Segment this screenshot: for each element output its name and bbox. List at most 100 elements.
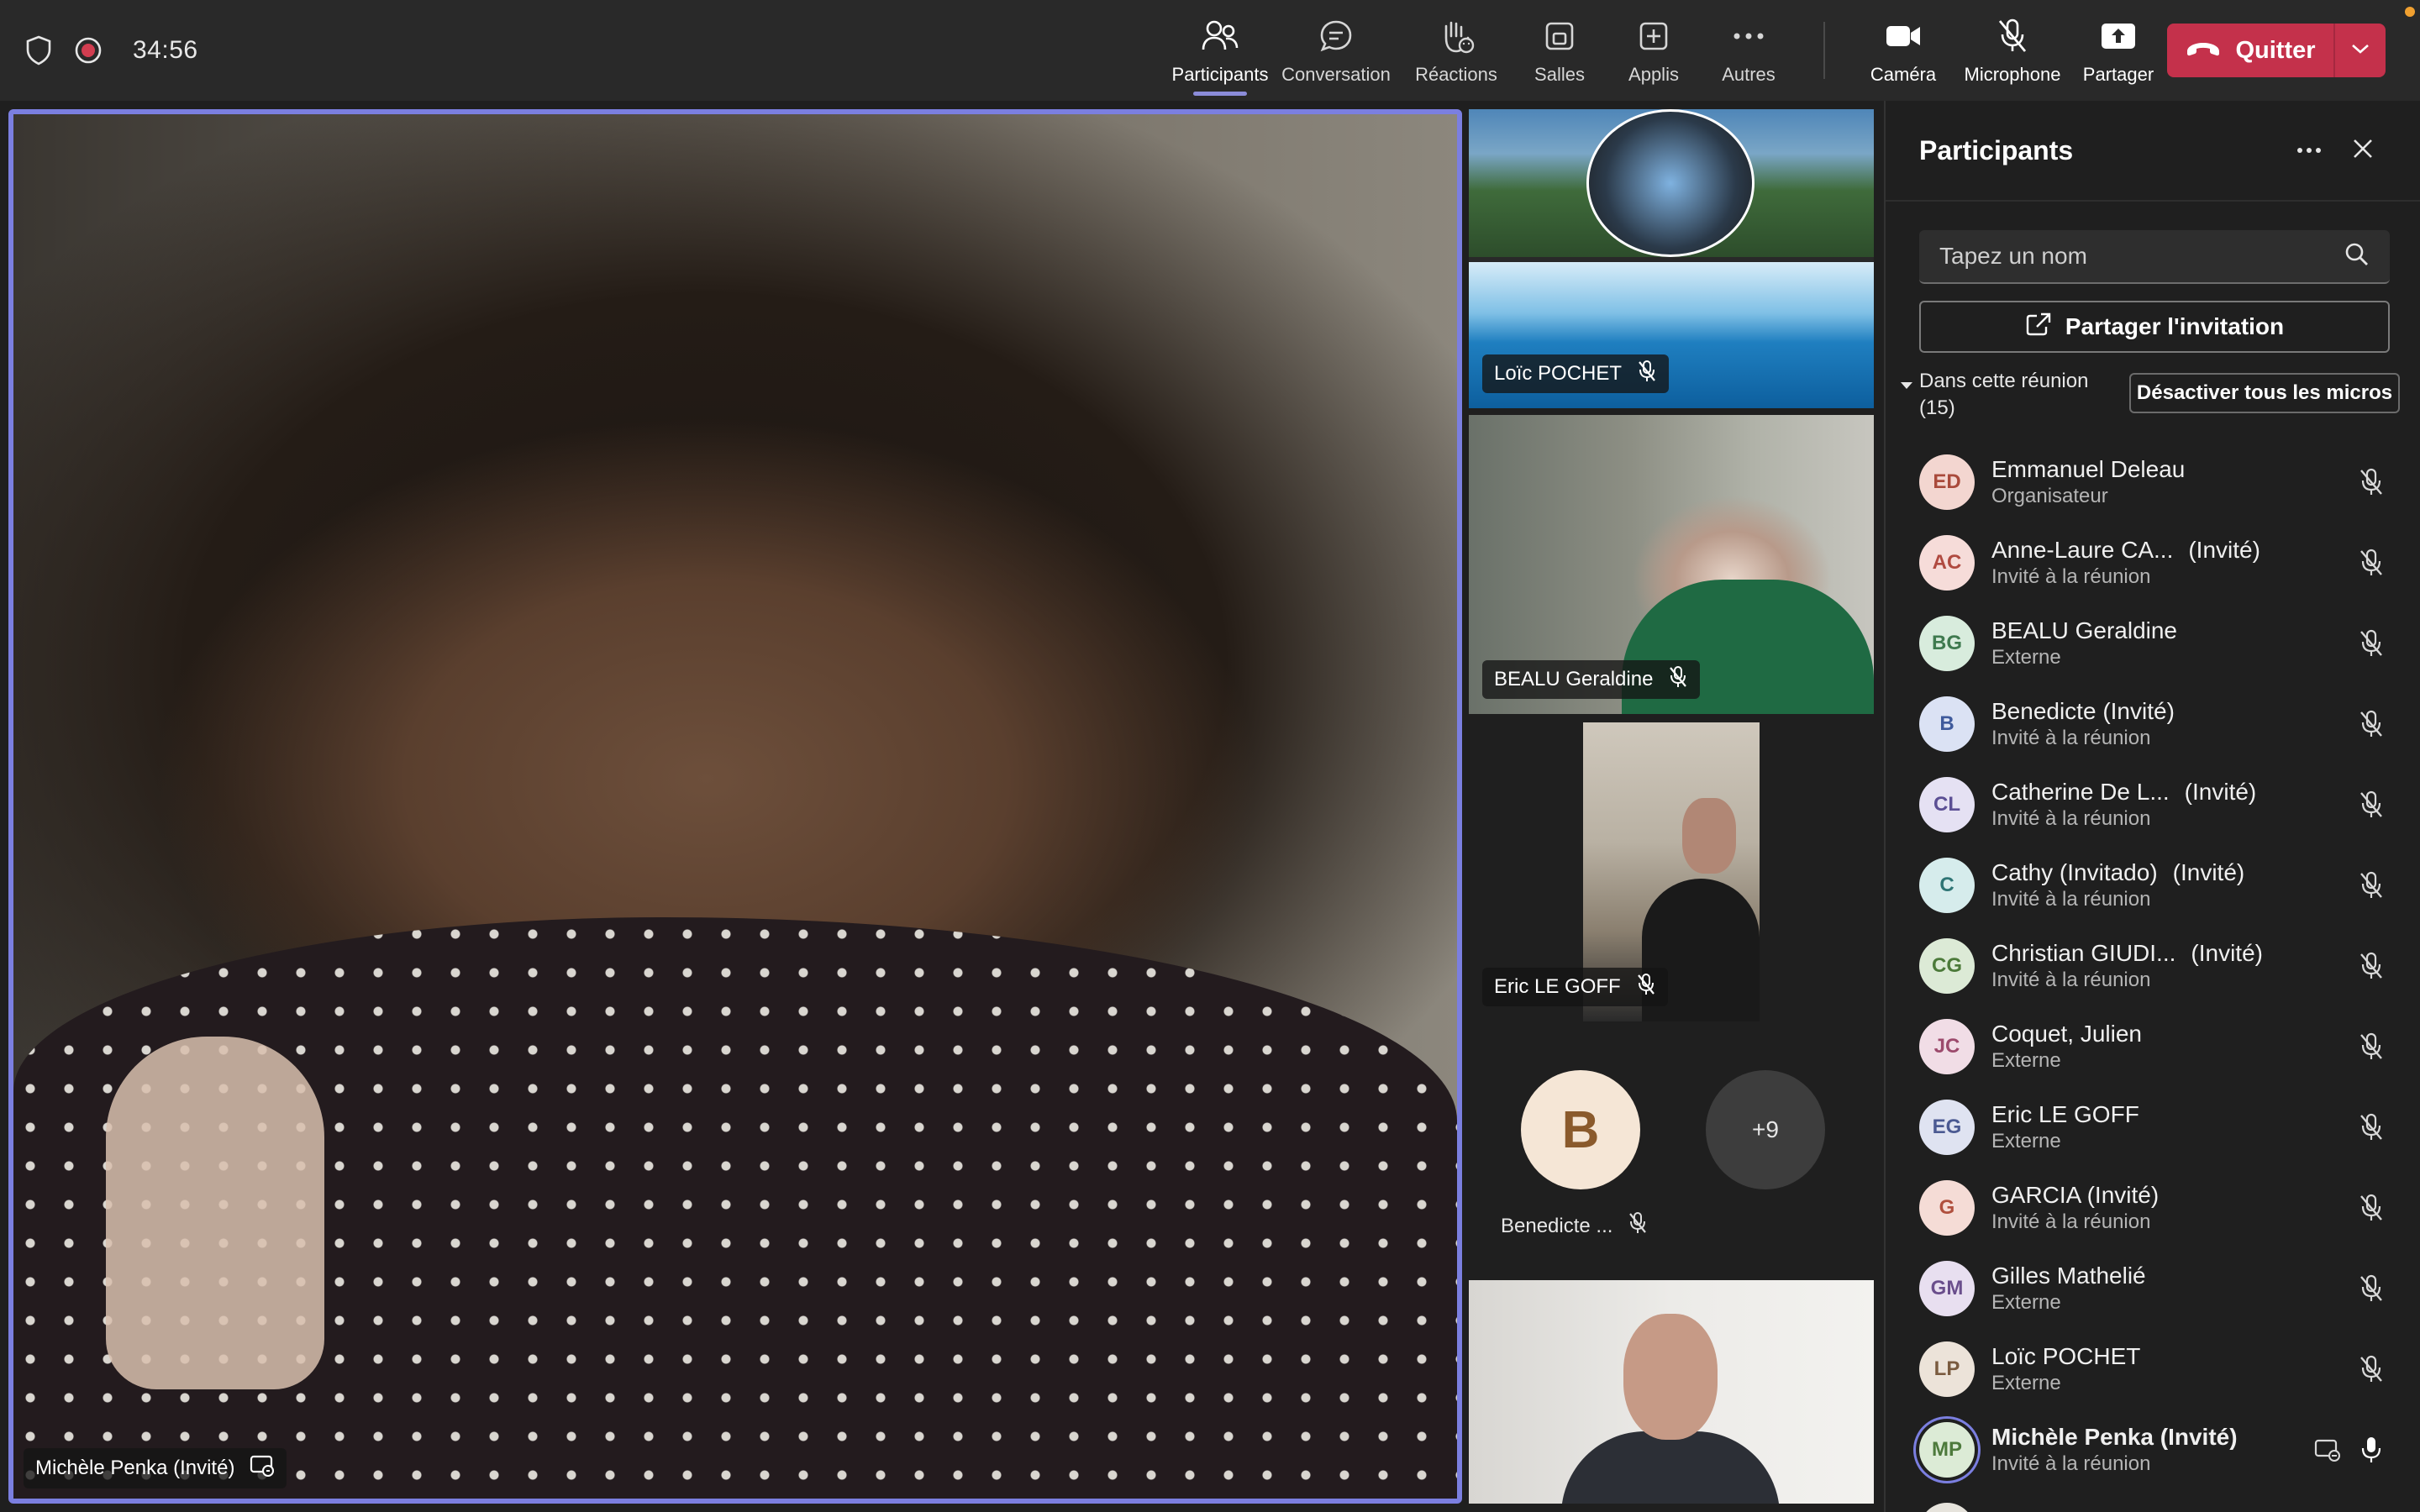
guest-suffix: (Invité) [2172,859,2245,885]
people-icon [1201,17,1239,55]
mic-off-icon[interactable] [2354,627,2388,660]
more-button[interactable]: Autres [1701,0,1797,101]
rooms-button[interactable]: Salles [1512,0,1607,101]
section-label: Dans cette réunion (15) [1919,370,2089,419]
mic-off-icon [1637,360,1657,389]
participant-row[interactable]: LP Loïc POCHET Externe [1886,1329,2420,1410]
avatar: CL [1919,777,1975,832]
avatar: EG [1919,1100,1975,1155]
avatar: C [1919,858,1975,913]
quit-button[interactable]: Quitter [2167,24,2333,77]
mic-off-icon [1996,17,2029,55]
search-input[interactable] [1939,243,2344,270]
more-participants-button[interactable]: +9 [1706,1070,1825,1189]
avatar: BG [1919,616,1975,671]
mic-off-icon[interactable] [2354,707,2388,741]
participant-name: Benedicte ... [1501,1214,1613,1237]
avatar: B [1521,1070,1640,1189]
mic-off-icon[interactable] [2354,1352,2388,1386]
participant-row[interactable]: EG Eric LE GOFF Externe [1886,1087,2420,1168]
participants-panel: Participants Partager l'invitation [1884,101,2420,1512]
chevron-down-icon [2350,43,2370,59]
avatar: B [1919,696,1975,752]
mic-off-icon[interactable] [2354,869,2388,902]
more-icon [1732,17,1765,55]
participant-row[interactable]: CG Christian GIUDI... (Invité) Invité à la … [1886,926,2420,1006]
avatar: CG [1919,938,1975,994]
participants-button[interactable]: Participants [1168,0,1272,101]
avatar: AC [1919,535,1975,591]
mic-off-icon[interactable] [2354,465,2388,499]
screen-share-icon [250,1454,275,1483]
participant-row[interactable]: ED Emmanuel Deleau Organisateur [1886,442,2420,522]
participant-row[interactable]: MP Michèle Penka (Invité) Invité à la réun… [1886,1410,2420,1490]
share-screen-icon [2100,17,2137,55]
raise-hand-icon [1438,17,1475,55]
mute-all-button[interactable]: Désactiver tous les micros [2129,373,2400,413]
panel-title: Participants [1919,134,2074,165]
conversation-button[interactable]: Conversation [1272,0,1400,101]
mic-off-icon[interactable] [2354,546,2388,580]
participant-row[interactable]: BG BEALU Geraldine Externe [1886,603,2420,684]
avatar: JC [1919,1019,1975,1074]
self-view-video[interactable] [1469,1280,1874,1504]
panel-more-button[interactable] [2286,127,2333,174]
quit-options-button[interactable] [2333,24,2386,77]
search-icon[interactable] [2344,242,2370,271]
avatar: GM [1919,1261,1975,1316]
mic-off-icon[interactable] [2354,949,2388,983]
participant-row[interactable]: ODOlivier Dumas (Invité) [1886,1490,2420,1512]
quit-button-group: Quitter [2167,24,2386,77]
mic-on-icon[interactable] [2354,1433,2388,1467]
participant-name-tag: Eric LE GOFF [1482,968,1668,1006]
participant-row[interactable]: CL Catherine De L... (Invité) Invité à la r… [1886,764,2420,845]
participant-name: BEALU Geraldine [1494,668,1654,690]
participant-row[interactable]: B Benedicte (Invité) Invité à la réunion [1886,684,2420,764]
participant-tile-bealu[interactable]: BEALU Geraldine [1469,415,1874,714]
share-invitation-button[interactable]: Partager l'invitation [1919,301,2390,353]
reactions-button[interactable]: Réactions [1400,0,1512,101]
close-icon [2352,138,2374,164]
mic-off-icon[interactable] [2354,788,2388,822]
notification-dot [2405,7,2415,17]
mic-off-icon[interactable] [2354,1272,2388,1305]
participant-row[interactable]: C Cathy (Invitado) (Invité) Invité à la réu… [1886,845,2420,926]
mic-off-icon[interactable] [2354,1191,2388,1225]
participant-list: ED Emmanuel Deleau Organisateur AC Anne-Laur… [1886,442,2420,1512]
camera-icon [1885,17,1922,55]
video-content-hand [106,1037,324,1389]
avatar: G [1919,1180,1975,1236]
recording-icon [74,36,103,65]
mic-off-icon[interactable] [2354,1030,2388,1063]
avatar: OD [1919,1503,1975,1512]
participant-name-tag: BEALU Geraldine [1482,660,1701,699]
participant-row[interactable]: JC Coquet, Julien Externe [1886,1006,2420,1087]
participant-row[interactable]: AC Anne-Laure CA... (Invité) Invité à la ré… [1886,522,2420,603]
microphone-button[interactable]: Microphone [1960,0,2065,101]
more-icon [2296,143,2322,158]
participant-tile-benedicte[interactable]: B +9 Benedicte ... [1469,1028,1874,1272]
guest-suffix: (Invité) [2188,537,2260,563]
collapse-section-toggle[interactable] [1899,368,1919,435]
chat-icon [1318,17,1354,55]
panel-close-button[interactable] [2339,127,2386,174]
screen-share-icon [2311,1433,2344,1467]
caret-down-icon [1899,380,1914,394]
shield-icon [25,35,52,66]
apps-label: Applis [1628,64,1679,85]
participant-row[interactable]: GM Gilles Mathelié Externe [1886,1248,2420,1329]
participant-tile-loic[interactable]: Loïc POCHET [1469,109,1874,408]
main-speaker-video[interactable]: Michèle Penka (Invité) [8,109,1462,1504]
participant-name-tag: Loïc POCHET [1482,354,1670,393]
speaker-name: Michèle Penka (Invité) [35,1457,235,1479]
participant-tile-eric[interactable]: Eric LE GOFF [1469,722,1874,1021]
reactions-label: Réactions [1415,64,1497,85]
participant-row[interactable]: G GARCIA (Invité) Invité à la réunion [1886,1168,2420,1248]
mic-off-icon[interactable] [2354,1110,2388,1144]
camera-button[interactable]: Caméra [1847,0,1960,101]
hang-up-icon [2185,37,2222,65]
meeting-status: 34:56 [25,30,198,71]
apps-button[interactable]: Applis [1607,0,1701,101]
share-invitation-label: Partager l'invitation [2065,313,2285,339]
share-button[interactable]: Partager [2065,0,2171,101]
